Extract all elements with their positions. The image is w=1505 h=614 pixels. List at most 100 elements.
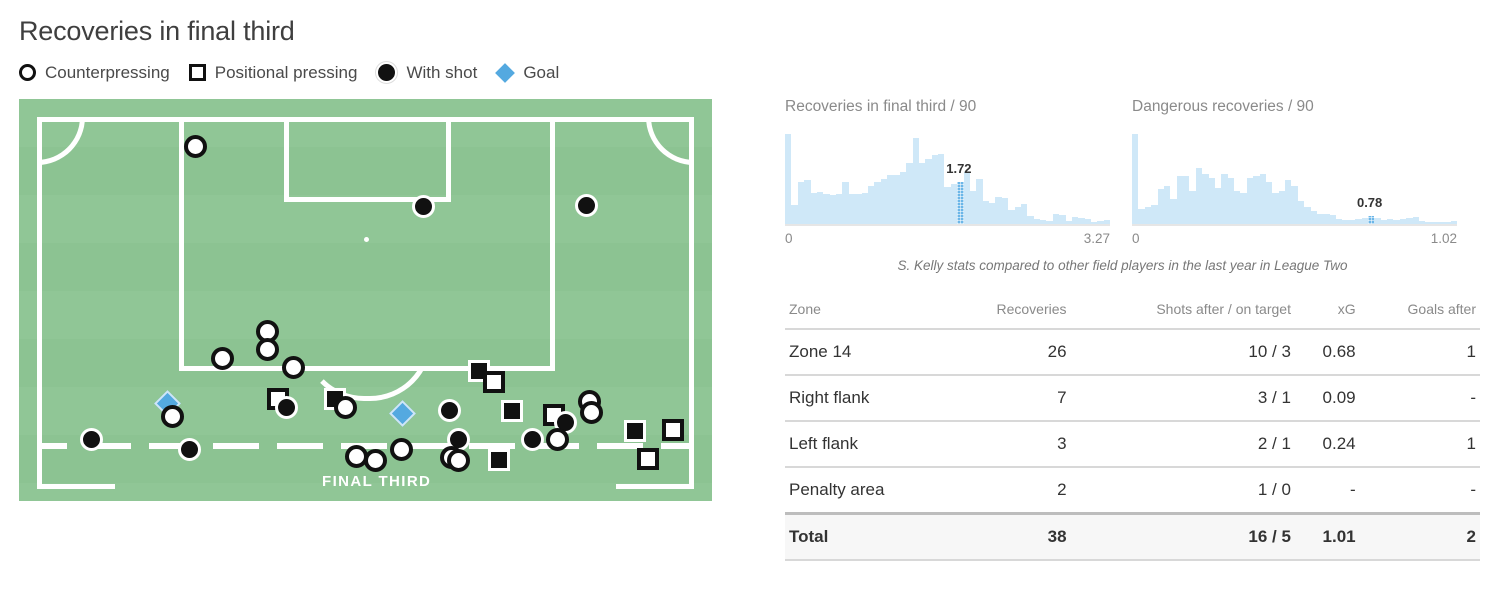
marker-positional-pressing[interactable] xyxy=(483,371,505,393)
cell-goals: 1 xyxy=(1359,328,1480,375)
histogram-axis: 0 1.02 xyxy=(1132,231,1457,246)
pitch-left-bottom-stub xyxy=(37,484,115,489)
table-header-row: Zone Recoveries Shots after / on target … xyxy=(785,295,1480,329)
cell-xg: - xyxy=(1294,466,1360,514)
marker-counterpressing[interactable] xyxy=(364,449,387,472)
cell-shots: 3 / 1 xyxy=(1070,374,1295,421)
legend-item-positional-pressing: Positional pressing xyxy=(188,63,357,83)
corner-arc-left xyxy=(37,117,85,165)
comparison-caption: S. Kelly stats compared to other field p… xyxy=(897,258,1348,273)
axis-max-label: 1.02 xyxy=(1430,231,1457,246)
pitch-panel: Recoveries in final third Counterpressin… xyxy=(0,0,740,614)
cell-shots: 2 / 1 xyxy=(1070,420,1295,467)
legend-item-goal: Goal xyxy=(495,62,560,83)
cell-goals: 1 xyxy=(1359,420,1480,467)
marker-positional-pressing-with-shot[interactable] xyxy=(488,449,510,471)
penalty-spot xyxy=(364,237,369,242)
cell-recoveries: 7 xyxy=(947,374,1071,421)
legend-item-with-shot: With shot xyxy=(375,61,478,84)
table-row: Penalty area 2 1 / 0-- xyxy=(785,466,1480,514)
filled-circle-icon xyxy=(375,61,399,84)
marker-with-shot[interactable] xyxy=(575,194,598,217)
final-third-dash xyxy=(37,443,67,449)
legend-item-counterpressing: Counterpressing xyxy=(19,63,170,83)
corner-arc-right xyxy=(646,117,694,165)
cell-zone: Penalty area xyxy=(785,466,948,514)
axis-min-label: 0 xyxy=(1132,231,1140,246)
pitch-right-touchline xyxy=(689,117,694,489)
histogram-axis: 0 3.27 xyxy=(785,231,1110,246)
histogram-bars: 1.72 xyxy=(785,132,1111,226)
table-total-row: Total 38 16 / 5 1.01 2 xyxy=(785,512,1480,559)
marker-positional-pressing[interactable] xyxy=(637,448,659,470)
marker-with-shot[interactable] xyxy=(438,399,461,422)
zone-stats-table: Zone Recoveries Shots after / on target … xyxy=(785,295,1480,559)
pitch-right-bottom-stub xyxy=(616,484,694,489)
table-bottom-rule xyxy=(785,559,1480,561)
marker-with-shot[interactable] xyxy=(521,428,544,451)
cell-zone: Zone 14 xyxy=(785,328,948,375)
marker-with-shot[interactable] xyxy=(275,396,298,419)
page-title: Recoveries in final third xyxy=(19,16,295,46)
marker-counterpressing[interactable] xyxy=(161,405,184,428)
pitch-markings: FINAL THIRD xyxy=(19,99,712,501)
table-row: Zone 14 26 10 / 3 0.68 1 xyxy=(785,328,1480,375)
cell-goals: - xyxy=(1359,374,1480,421)
stats-panel: Recoveries in final third / 90 1.72 0 3.27 D… xyxy=(740,0,1505,614)
final-third-dash xyxy=(213,443,259,449)
total-cell-shots: 16 / 5 xyxy=(1070,512,1295,559)
cell-shots: 10 / 3 xyxy=(1070,328,1295,375)
cell-zone: Right flank xyxy=(785,374,948,421)
marker-counterpressing[interactable] xyxy=(184,135,207,158)
marker-counterpressing[interactable] xyxy=(282,356,305,379)
marker-counterpressing[interactable] xyxy=(334,396,357,419)
column-header-recoveries: Recoveries xyxy=(996,301,1067,317)
marker-counterpressing[interactable] xyxy=(211,347,234,370)
marker-counterpressing[interactable] xyxy=(546,428,569,451)
final-third-dash xyxy=(277,443,323,449)
marker-positional-pressing-with-shot[interactable] xyxy=(624,420,646,442)
histogram-bar xyxy=(1450,220,1458,224)
cell-xg: 0.68 xyxy=(1294,328,1360,375)
marker-with-shot[interactable] xyxy=(80,428,103,451)
total-cell-recoveries: 38 xyxy=(947,512,1071,559)
histogram-bars: 0.78 xyxy=(1132,132,1458,226)
cell-shots: 1 / 0 xyxy=(1070,466,1295,514)
legend-label: With shot xyxy=(406,62,478,82)
cell-recoveries: 26 xyxy=(947,328,1071,375)
total-cell-xg: 1.01 xyxy=(1294,512,1360,559)
histograms-container: Recoveries in final third / 90 1.72 0 3.27 D… xyxy=(785,98,1458,246)
histogram-1: Recoveries in final third / 90 1.72 0 3.27 xyxy=(785,98,1111,246)
column-header-goals: Goals after xyxy=(1407,301,1476,317)
marker-counterpressing[interactable] xyxy=(447,449,470,472)
marker-counterpressing[interactable] xyxy=(580,401,603,424)
histogram-highlight-label: 1.72 xyxy=(946,161,972,177)
cell-goals: - xyxy=(1359,466,1480,514)
marker-counterpressing[interactable] xyxy=(390,438,413,461)
cell-recoveries: 2 xyxy=(947,466,1071,514)
total-cell-goals: 2 xyxy=(1359,512,1480,559)
histogram-title: Recoveries in final third / 90 xyxy=(785,98,977,115)
ring-icon xyxy=(19,64,36,81)
marker-with-shot[interactable] xyxy=(412,195,435,218)
final-third-dash xyxy=(661,443,694,449)
cell-zone: Left flank xyxy=(785,420,948,467)
histogram-bar xyxy=(1103,219,1111,224)
marker-positional-pressing-with-shot[interactable] xyxy=(501,400,523,422)
total-cell-zone: Total xyxy=(785,512,948,559)
six-yard-box xyxy=(284,117,451,202)
marker-counterpressing[interactable] xyxy=(256,338,279,361)
legend-label: Goal xyxy=(523,62,560,82)
histogram-2: Dangerous recoveries / 90 0.78 0 1.02 xyxy=(1132,98,1458,246)
marker-positional-pressing[interactable] xyxy=(662,419,684,441)
marker-with-shot[interactable] xyxy=(178,438,201,461)
column-header-zone: Zone xyxy=(789,301,821,317)
cell-recoveries: 3 xyxy=(947,420,1071,467)
football-pitch: FINAL THIRD xyxy=(19,99,712,501)
pitch-left-touchline xyxy=(37,117,42,489)
final-third-label: FINAL THIRD xyxy=(322,473,432,490)
cell-xg: 0.09 xyxy=(1294,374,1360,421)
square-outline-icon xyxy=(188,64,206,81)
axis-max-label: 3.27 xyxy=(1083,231,1110,246)
cell-xg: 0.24 xyxy=(1294,420,1360,467)
